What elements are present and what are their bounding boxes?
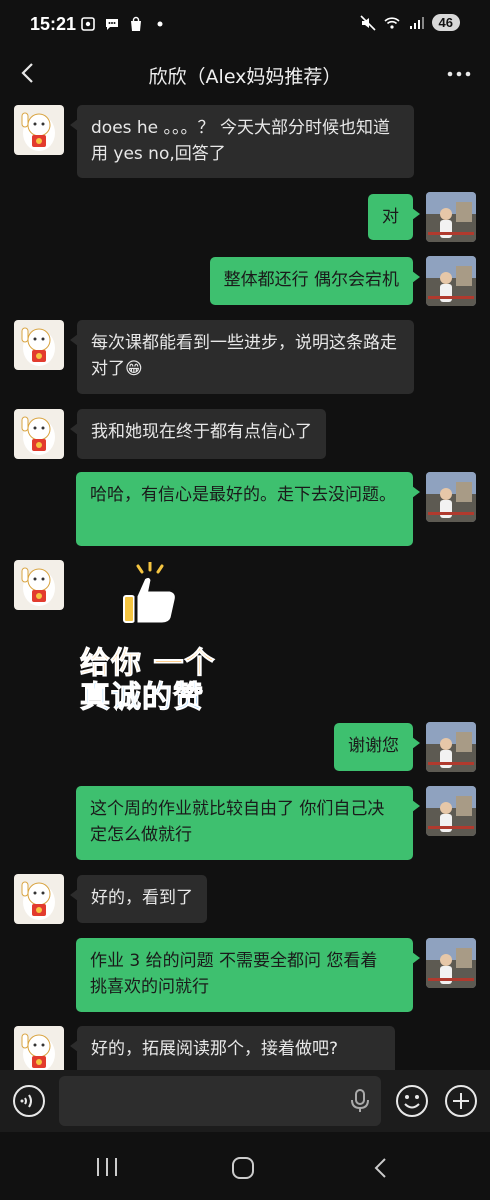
contact-avatar[interactable] [14,874,64,924]
contact-avatar[interactable] [14,320,64,370]
chat-header: 欣欣（Alex妈妈推荐） [0,52,490,98]
message-bubble-received[interactable]: 每次课都能看到一些进步，说明这条路走对了😁 [70,320,414,394]
contact-avatar[interactable] [14,560,64,610]
microphone-icon[interactable] [350,1089,370,1113]
message-icon [106,19,118,30]
sticker-line-2: 真诚的赞 [80,680,204,716]
message-bubble-received[interactable]: does he 。。。？ 今天大部分时候也知道用 yes no,回答了 [70,105,414,178]
sticker-message[interactable]: 给你 一个 真诚的赞 [78,560,228,716]
my-avatar[interactable] [426,256,476,306]
message-bubble-sent[interactable]: 谢谢您 [334,723,420,771]
dot-icon [157,21,163,27]
screenshot-icon [81,17,95,31]
message-input[interactable] [59,1076,381,1126]
message-bubble-sent[interactable]: 作业 3 给的问题 不需要全都问 您看着 挑喜欢的问就行 [76,938,420,1012]
thumbs-up-icon [123,562,178,626]
status-icons-right: 46 [359,14,460,31]
status-icons-left [80,16,168,32]
message-bubble-received[interactable]: 好的，看到了 [70,875,207,923]
input-bar [0,1070,490,1132]
plus-icon[interactable] [443,1083,479,1119]
more-dots-icon[interactable] [444,60,474,88]
status-time: 15:21 [30,14,77,34]
contact-avatar[interactable] [14,105,64,155]
message-bubble-received[interactable]: 好的，拓展阅读那个，接着做吧? [70,1026,395,1070]
my-avatar[interactable] [426,192,476,242]
message-bubble-sent[interactable]: 整体都还行 偶尔会宕机 [209,257,421,305]
battery-indicator: 46 [431,14,460,31]
voice-icon[interactable] [12,1084,46,1118]
message-bubble-sent[interactable]: 对 [368,194,420,240]
home-icon[interactable] [230,1156,256,1180]
my-avatar[interactable] [426,938,476,988]
status-bar: 15:21 46 [0,0,490,52]
my-avatar[interactable] [426,722,476,772]
mute-icon [359,14,376,31]
wifi-icon [383,16,400,29]
contact-avatar[interactable] [14,1026,64,1076]
system-nav-bar [0,1132,490,1200]
recent-apps-icon[interactable] [94,1156,120,1178]
back-icon[interactable] [370,1156,392,1180]
emoji-icon[interactable] [394,1083,430,1119]
my-avatar[interactable] [426,786,476,836]
message-bubble-sent[interactable]: 哈哈，有信心是最好的。走下去没问题。 [76,472,420,546]
message-bubble-sent[interactable]: 这个周的作业就比较自由了 你们自己决定怎么做就行 [76,786,420,860]
contact-avatar[interactable] [14,409,64,459]
chat-title: 欣欣（Alex妈妈推荐） [148,66,342,88]
my-avatar[interactable] [426,472,476,522]
signal-icon [409,16,424,29]
shopping-bag-icon [131,16,141,31]
message-bubble-received[interactable]: 我和她现在终于都有点信心了 [70,409,326,459]
